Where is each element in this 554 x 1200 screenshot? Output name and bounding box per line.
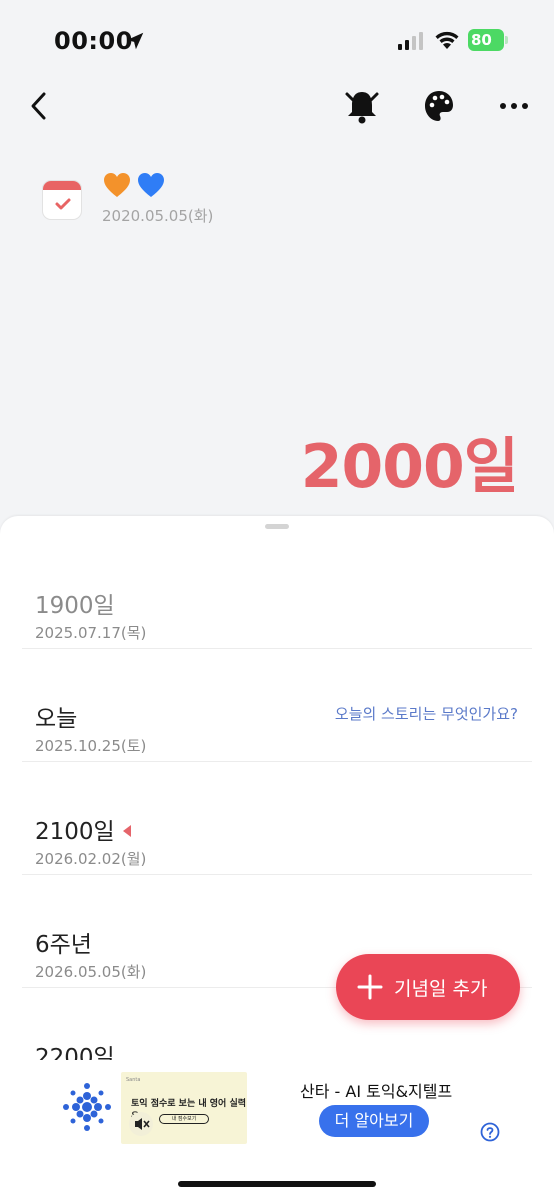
ad-image-button: 내 점수보기 — [159, 1114, 209, 1124]
santa-logo-icon — [63, 1083, 111, 1131]
plus-icon — [357, 974, 383, 1000]
calendar-icon-top — [43, 181, 81, 190]
nav-bar — [0, 80, 554, 132]
more-icon[interactable] — [498, 92, 530, 120]
day-count: 2000일 — [300, 432, 519, 502]
ad-title: 산타 - AI 토익&지텔프 — [300, 1082, 453, 1101]
list-item-title: 1900일 — [35, 593, 115, 619]
list-item-title-wrap: 2100일 — [35, 812, 131, 846]
sheet-handle[interactable] — [265, 524, 289, 529]
list-item-date: 2026.05.05(화) — [35, 963, 147, 981]
cellular-signal-icon — [398, 32, 423, 50]
list-item-date: 2025.10.25(토) — [35, 737, 147, 755]
status-bar: 00:00 80 — [0, 0, 554, 80]
ad-image[interactable]: Santa 토익 점수로 보는 내 영어 실력은? 내 점수보기 — [121, 1072, 247, 1144]
list-item-title: 2100일 — [35, 819, 115, 845]
list-item[interactable]: 2100일 2026.02.02(월) — [22, 762, 532, 875]
add-anniversary-label: 기념일 추가 — [394, 977, 488, 1000]
check-icon — [55, 198, 71, 210]
next-marker-icon — [122, 824, 131, 837]
blue-heart-icon — [138, 173, 164, 197]
ad-cta-button[interactable]: 더 알아보기 — [319, 1105, 429, 1137]
list-item-date: 2025.07.17(목) — [35, 624, 147, 642]
add-anniversary-button[interactable]: 기념일 추가 — [336, 954, 520, 1020]
location-arrow-icon — [126, 32, 144, 50]
palette-icon[interactable] — [422, 88, 456, 124]
list-item[interactable]: 1900일 2025.07.17(목) — [22, 536, 532, 649]
bell-icon[interactable] — [344, 86, 380, 126]
anniversary-emoji — [102, 170, 166, 202]
help-icon[interactable] — [480, 1122, 500, 1142]
anniversary-date: 2020.05.05(화) — [102, 207, 214, 225]
ad-image-brand: Santa — [126, 1077, 141, 1083]
today-story-link[interactable]: 오늘의 스토리는 무엇인가요? — [335, 703, 518, 724]
wifi-icon — [435, 31, 459, 49]
list-item-date: 2026.02.02(월) — [35, 850, 147, 868]
status-time: 00:00 — [54, 27, 133, 55]
list-item-title: 오늘 — [35, 706, 78, 732]
back-icon[interactable] — [26, 88, 54, 124]
battery-level: 80 — [468, 29, 504, 51]
ad-banner[interactable]: Santa 토익 점수로 보는 내 영어 실력은? 내 점수보기 산타 - AI… — [0, 1060, 554, 1160]
orange-heart-icon — [104, 173, 130, 197]
battery-indicator: 80 — [468, 29, 508, 51]
battery-tip — [505, 36, 508, 44]
mute-icon[interactable] — [129, 1112, 153, 1136]
calendar-icon — [42, 180, 82, 220]
home-indicator — [178, 1181, 376, 1187]
list-item-today[interactable]: 오늘 2025.10.25(토) 오늘의 스토리는 무엇인가요? — [22, 649, 532, 762]
list-item-title: 6주년 — [35, 932, 92, 958]
